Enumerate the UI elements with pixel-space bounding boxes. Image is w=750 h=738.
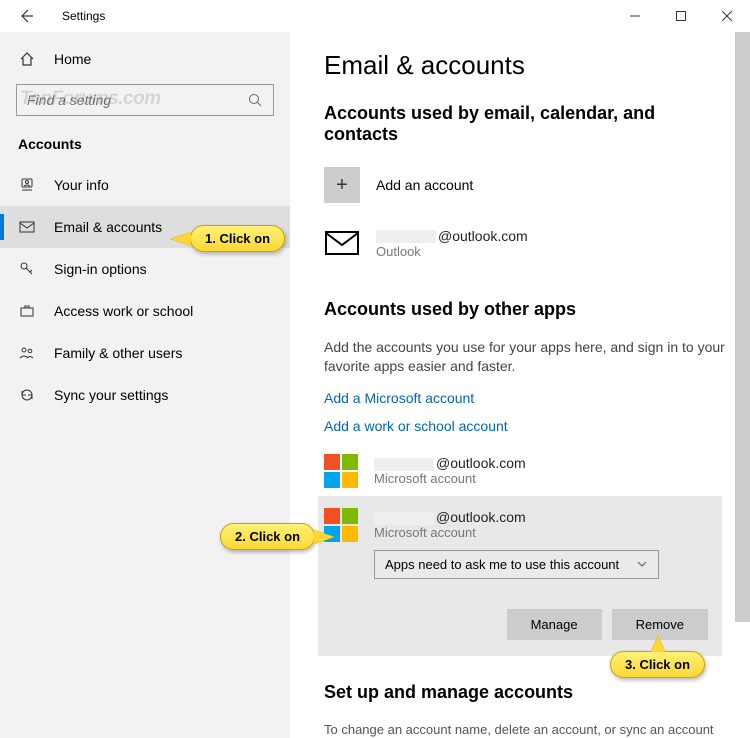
plus-icon: + <box>324 167 360 203</box>
sidebar: Home TenForums.com Accounts Your info Em… <box>0 32 290 738</box>
add-work-account-link[interactable]: Add a work or school account <box>324 418 730 434</box>
search-field[interactable] <box>27 92 248 108</box>
ms-account-2[interactable]: @outlook.com Microsoft account <box>324 508 708 542</box>
manage-button[interactable]: Manage <box>507 609 602 640</box>
add-account-label: Add an account <box>376 177 473 193</box>
chevron-down-icon <box>636 558 648 570</box>
ms-account-1[interactable]: @outlook.com Microsoft account <box>324 446 730 496</box>
sync-icon <box>18 386 38 404</box>
group3-help: To change an account name, delete an acc… <box>324 721 730 738</box>
mail-icon <box>18 218 38 236</box>
envelope-icon <box>324 225 360 261</box>
key-icon <box>18 260 38 278</box>
nav-access-work[interactable]: Access work or school <box>0 290 290 332</box>
group1-header: Accounts used by email, calendar, and co… <box>324 103 730 145</box>
nav-family[interactable]: Family & other users <box>0 332 290 374</box>
ms-account-2-expanded: @outlook.com Microsoft account Apps need… <box>318 496 722 656</box>
sidebar-section-header: Accounts <box>0 120 290 164</box>
redacted-name <box>374 512 434 525</box>
callout-2: 2. Click on <box>220 523 315 550</box>
redacted-name <box>374 458 434 471</box>
search-icon <box>248 93 263 108</box>
redacted-name <box>376 230 436 243</box>
content-area: Email & accounts Accounts used by email,… <box>290 32 750 738</box>
account-permission-dropdown[interactable]: Apps need to ask me to use this account <box>374 550 659 579</box>
titlebar: Settings <box>0 0 750 32</box>
nav-sync[interactable]: Sync your settings <box>0 374 290 416</box>
microsoft-logo-icon <box>324 454 358 488</box>
home-icon <box>18 50 38 68</box>
add-ms-account-link[interactable]: Add a Microsoft account <box>324 390 730 406</box>
maximize-button[interactable] <box>658 0 704 32</box>
page-title: Email & accounts <box>324 50 730 81</box>
group2-help: Add the accounts you use for your apps h… <box>324 338 730 376</box>
email-account-row[interactable]: @outlook.com Outlook <box>324 217 730 277</box>
back-button[interactable] <box>10 8 42 24</box>
add-account-button[interactable]: + Add an account <box>324 163 730 217</box>
nav-signin-options[interactable]: Sign-in options <box>0 248 290 290</box>
callout-3: 3. Click on <box>610 651 705 678</box>
nav-your-info[interactable]: Your info <box>0 164 290 206</box>
minimize-button[interactable] <box>612 0 658 32</box>
callout-1: 1. Click on <box>190 225 285 252</box>
group3-header: Set up and manage accounts <box>324 682 730 703</box>
person-icon <box>18 176 38 194</box>
window-title: Settings <box>62 9 105 23</box>
search-input[interactable] <box>16 84 274 116</box>
scrollbar[interactable] <box>735 32 750 622</box>
people-icon <box>18 344 38 362</box>
group2-header: Accounts used by other apps <box>324 299 730 320</box>
home-nav[interactable]: Home <box>0 42 290 76</box>
home-label: Home <box>54 51 91 67</box>
briefcase-icon <box>18 302 38 320</box>
close-button[interactable] <box>704 0 750 32</box>
